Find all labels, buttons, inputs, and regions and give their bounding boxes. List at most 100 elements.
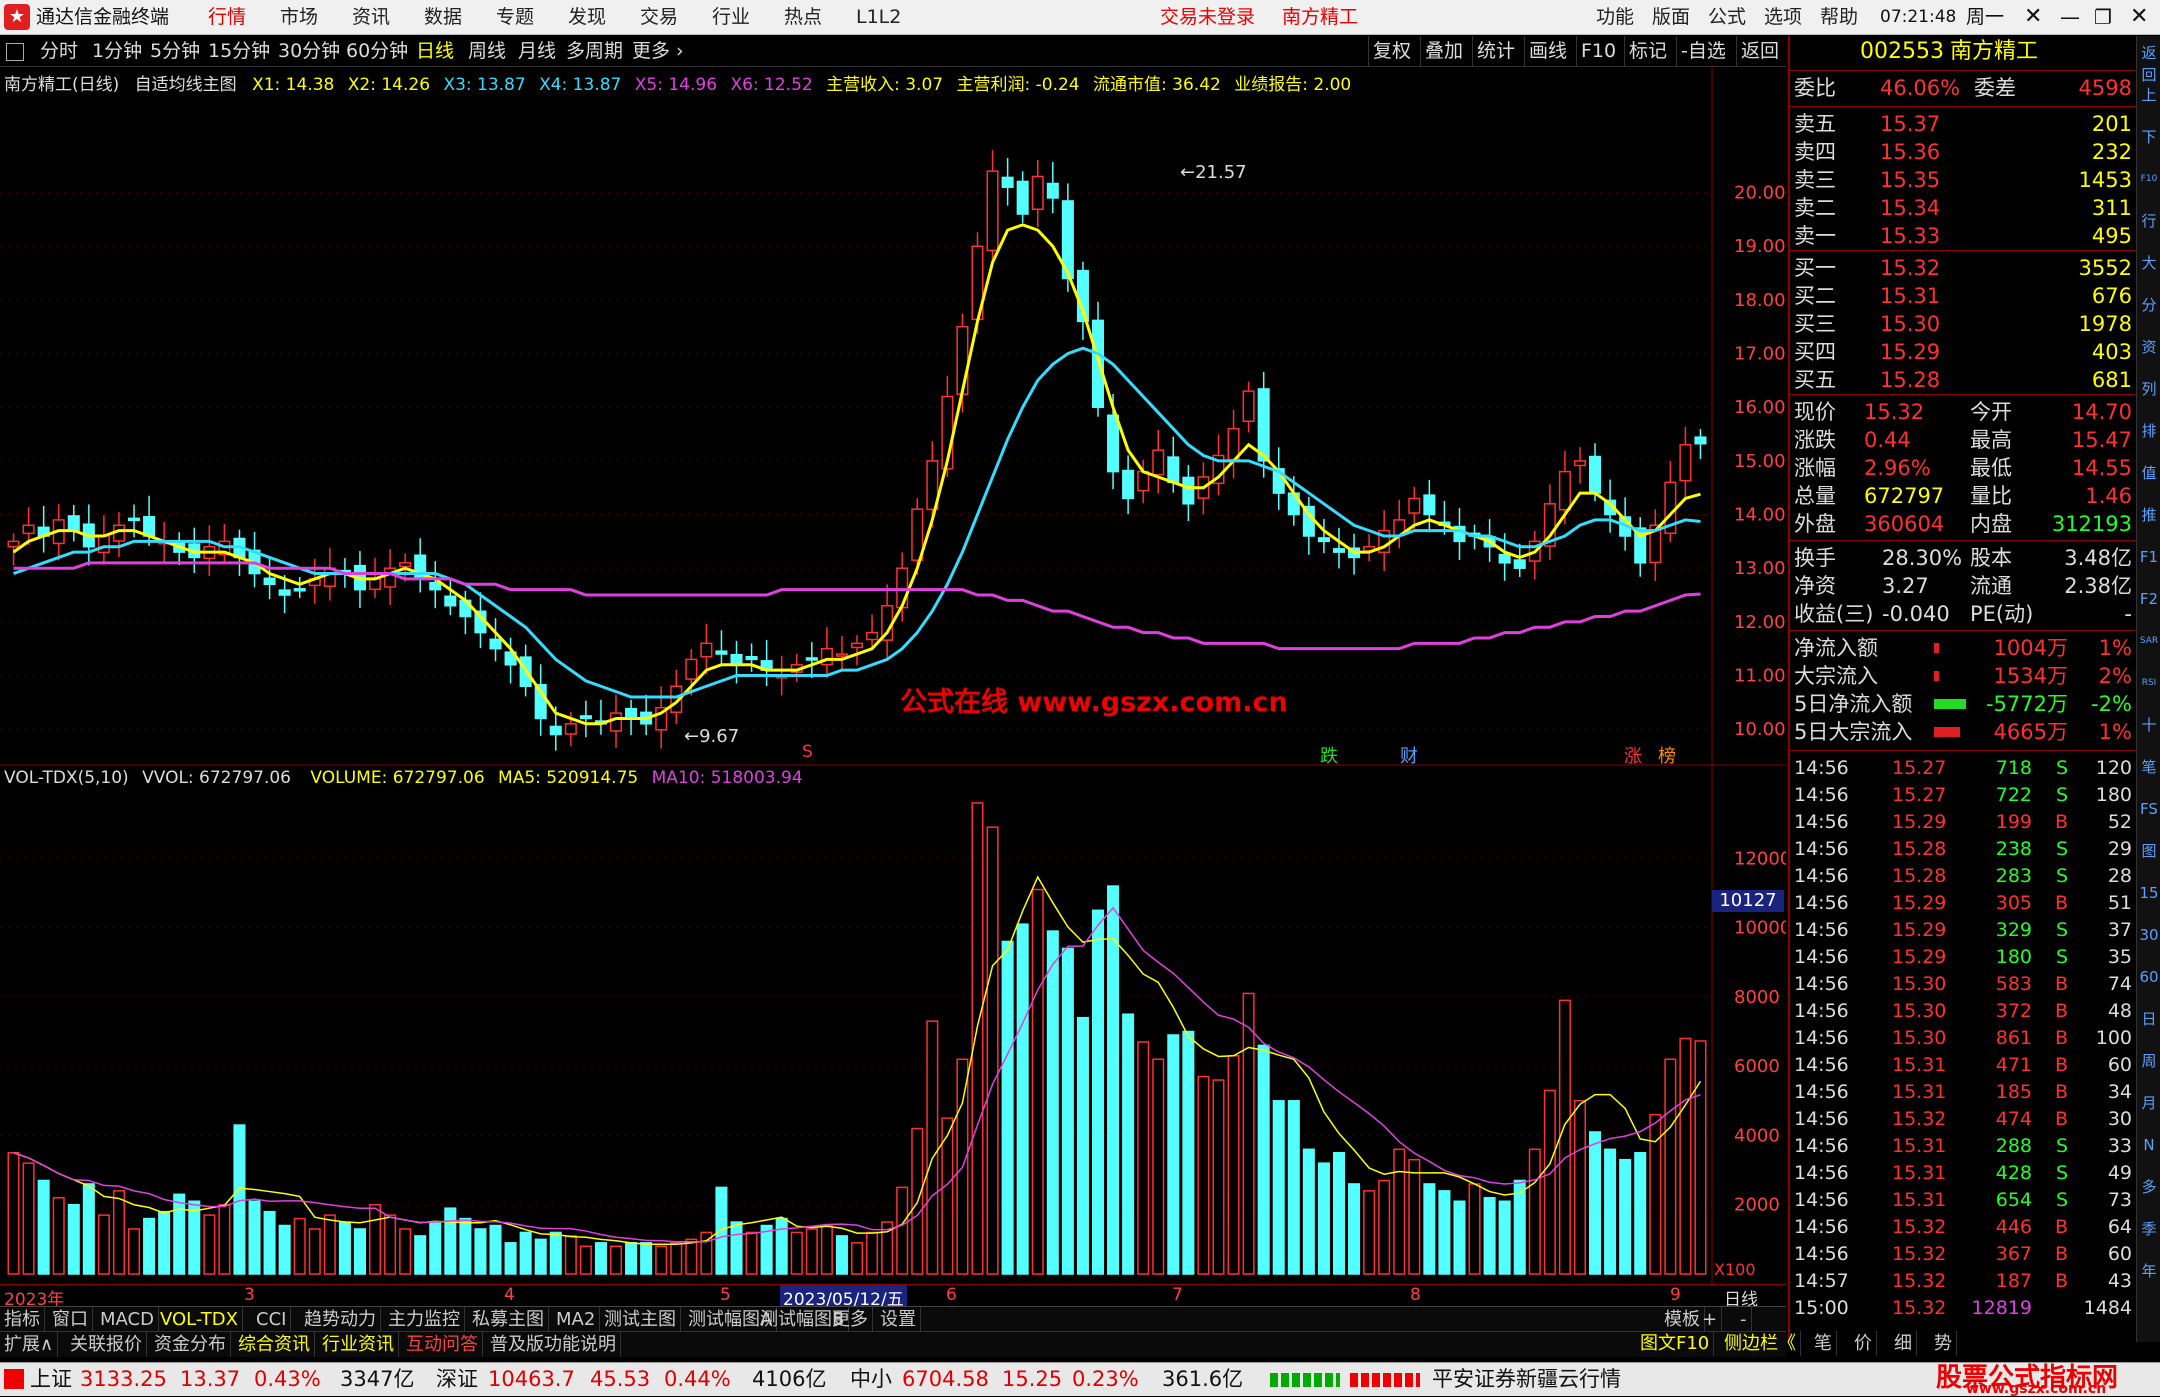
- side-tab[interactable]: 笔: [1810, 1331, 1837, 1356]
- side-tab[interactable]: 价: [1850, 1331, 1877, 1356]
- sh-name[interactable]: 上证: [30, 1363, 72, 1396]
- side-tab[interactable]: 图文F10: [1636, 1331, 1715, 1356]
- volume-panel[interactable]: VOL-TDX(5,10) VVOL: 672797.06 VOLUME: 67…: [0, 766, 1786, 1284]
- marker-fall[interactable]: 跌: [1320, 742, 1338, 768]
- side-icon-10[interactable]: 值: [2139, 462, 2159, 484]
- menu-function[interactable]: 功能: [1596, 0, 1634, 34]
- period-60min[interactable]: 60分钟: [346, 36, 408, 66]
- side-icon-4[interactable]: 行: [2139, 210, 2159, 232]
- side-icon-8[interactable]: 列: [2139, 378, 2159, 400]
- menu-discover[interactable]: 发现: [568, 0, 606, 34]
- side-icon-13[interactable]: F2: [2139, 588, 2159, 610]
- btn-stats[interactable]: 统计: [1472, 36, 1519, 66]
- period-15min[interactable]: 15分钟: [208, 36, 270, 66]
- side-icon-22[interactable]: 60: [2139, 966, 2159, 988]
- menu-industry[interactable]: 行业: [712, 0, 750, 34]
- login-status[interactable]: 交易未登录: [1160, 0, 1255, 34]
- menu-news[interactable]: 资讯: [352, 0, 390, 34]
- btn-adjust[interactable]: 复权: [1368, 36, 1415, 66]
- menu-layout[interactable]: 版面: [1652, 0, 1690, 34]
- info-tab[interactable]: 关联报价: [66, 1332, 147, 1357]
- period-multi[interactable]: 多周期: [566, 36, 623, 66]
- template-tab[interactable]: +: [1698, 1307, 1723, 1332]
- btn-overlay[interactable]: 叠加: [1420, 36, 1467, 66]
- side-icon-0[interactable]: 返回: [2139, 42, 2159, 84]
- period-1min[interactable]: 1分钟: [92, 36, 142, 66]
- side-icon-20[interactable]: 15: [2139, 882, 2159, 904]
- volume-svg[interactable]: 2000 4000 6000 8000 10000 12000: [0, 766, 1786, 1284]
- side-icon-3[interactable]: F10: [2139, 168, 2159, 190]
- side-icon-2[interactable]: 下: [2139, 126, 2159, 148]
- close-window-icon[interactable]: ✕: [2130, 0, 2148, 34]
- side-icon-25[interactable]: 月: [2139, 1092, 2159, 1114]
- side-tab[interactable]: 细: [1890, 1331, 1917, 1356]
- menu-l1l2[interactable]: L1L2: [856, 0, 901, 34]
- indicator-tab[interactable]: 测试主图: [600, 1307, 681, 1332]
- side-icon-18[interactable]: FS: [2139, 798, 2159, 820]
- marker-finance[interactable]: 财: [1400, 742, 1418, 768]
- btn-watchlist[interactable]: -自选: [1676, 36, 1730, 66]
- period-day[interactable]: 日线: [416, 36, 454, 66]
- period-month[interactable]: 月线: [518, 36, 556, 66]
- menu-formula[interactable]: 公式: [1708, 0, 1746, 34]
- indicator-tab[interactable]: 私募主图: [468, 1307, 549, 1332]
- indicator-tab[interactable]: 更多: [828, 1307, 873, 1332]
- menu-hot[interactable]: 热点: [784, 0, 822, 34]
- side-icon-29[interactable]: 年: [2139, 1260, 2159, 1282]
- indicator-tab[interactable]: 窗口: [48, 1307, 93, 1332]
- info-tab[interactable]: 互动问答: [402, 1332, 483, 1357]
- kline-svg[interactable]: 10.00 11.00 12.00 13.00 14.00 15.00 16.00 17.00…: [0, 66, 1786, 766]
- zx-name[interactable]: 中小: [850, 1363, 892, 1396]
- indicator-tab[interactable]: 设置: [876, 1307, 921, 1332]
- indicator-tab[interactable]: CCI: [252, 1307, 292, 1332]
- template-tab[interactable]: -: [1736, 1307, 1752, 1332]
- menu-market[interactable]: 市场: [280, 0, 318, 34]
- menu-trade[interactable]: 交易: [640, 0, 678, 34]
- side-icon-17[interactable]: 笔: [2139, 756, 2159, 778]
- indicator-tab[interactable]: VOL-TDX: [156, 1307, 243, 1332]
- period-fenshi[interactable]: 分时: [40, 36, 78, 66]
- menu-help[interactable]: 帮助: [1820, 0, 1858, 34]
- info-tab[interactable]: 资金分布: [150, 1332, 231, 1357]
- side-tab[interactable]: 侧边栏《: [1720, 1331, 1801, 1356]
- btn-draw[interactable]: 画线: [1524, 36, 1571, 66]
- side-icon-11[interactable]: 推: [2139, 504, 2159, 526]
- indicator-tab[interactable]: 趋势动力: [300, 1307, 381, 1332]
- chevron-right-icon[interactable]: ›: [676, 36, 684, 66]
- btn-back[interactable]: 返回: [1736, 36, 1783, 66]
- side-icon-23[interactable]: 日: [2139, 1008, 2159, 1030]
- status-menu-icon[interactable]: [4, 1369, 24, 1389]
- side-icon-9[interactable]: 排: [2139, 420, 2159, 442]
- marker-rise[interactable]: 涨: [1624, 742, 1642, 768]
- side-icon-24[interactable]: 周: [2139, 1050, 2159, 1072]
- menu-hq[interactable]: 行情: [208, 0, 246, 34]
- info-tab[interactable]: 行业资讯: [318, 1332, 399, 1357]
- indicator-tab[interactable]: 指标: [0, 1307, 45, 1332]
- side-icon-21[interactable]: 30: [2139, 924, 2159, 946]
- side-icon-27[interactable]: 多: [2139, 1176, 2159, 1198]
- close-icon[interactable]: ✕: [2024, 0, 2042, 34]
- side-icon-6[interactable]: 分: [2139, 294, 2159, 316]
- side-icon-19[interactable]: 图: [2139, 840, 2159, 862]
- period-more[interactable]: 更多: [632, 36, 670, 66]
- side-icon-28[interactable]: 季: [2139, 1218, 2159, 1240]
- side-icon-15[interactable]: RSI: [2139, 672, 2159, 694]
- side-icon-16[interactable]: 十: [2139, 714, 2159, 736]
- period-5min[interactable]: 5分钟: [150, 36, 200, 66]
- side-icon-1[interactable]: 上: [2139, 84, 2159, 106]
- info-tab[interactable]: 综合资讯: [234, 1332, 315, 1357]
- btn-f10[interactable]: F10: [1576, 36, 1620, 66]
- broker-name[interactable]: 平安证券新疆云行情: [1432, 1363, 1621, 1396]
- panel-toggle-icon[interactable]: [6, 43, 24, 61]
- menu-topic[interactable]: 专题: [496, 0, 534, 34]
- side-icon-5[interactable]: 大: [2139, 252, 2159, 274]
- indicator-tab[interactable]: 主力监控: [384, 1307, 465, 1332]
- indicator-tab[interactable]: MACD: [96, 1307, 159, 1332]
- restore-icon[interactable]: ❐: [2094, 0, 2112, 34]
- kline-panel[interactable]: 南方精工(日线) 自适均线主图 X1: 14.38 X2: 14.26 X3: …: [0, 66, 1786, 768]
- indicator-tab[interactable]: MA2: [552, 1307, 601, 1332]
- period-30min[interactable]: 30分钟: [278, 36, 340, 66]
- side-icon-14[interactable]: SAR: [2139, 630, 2159, 652]
- side-tab[interactable]: 势: [1930, 1331, 1957, 1356]
- side-icon-7[interactable]: 资: [2139, 336, 2159, 358]
